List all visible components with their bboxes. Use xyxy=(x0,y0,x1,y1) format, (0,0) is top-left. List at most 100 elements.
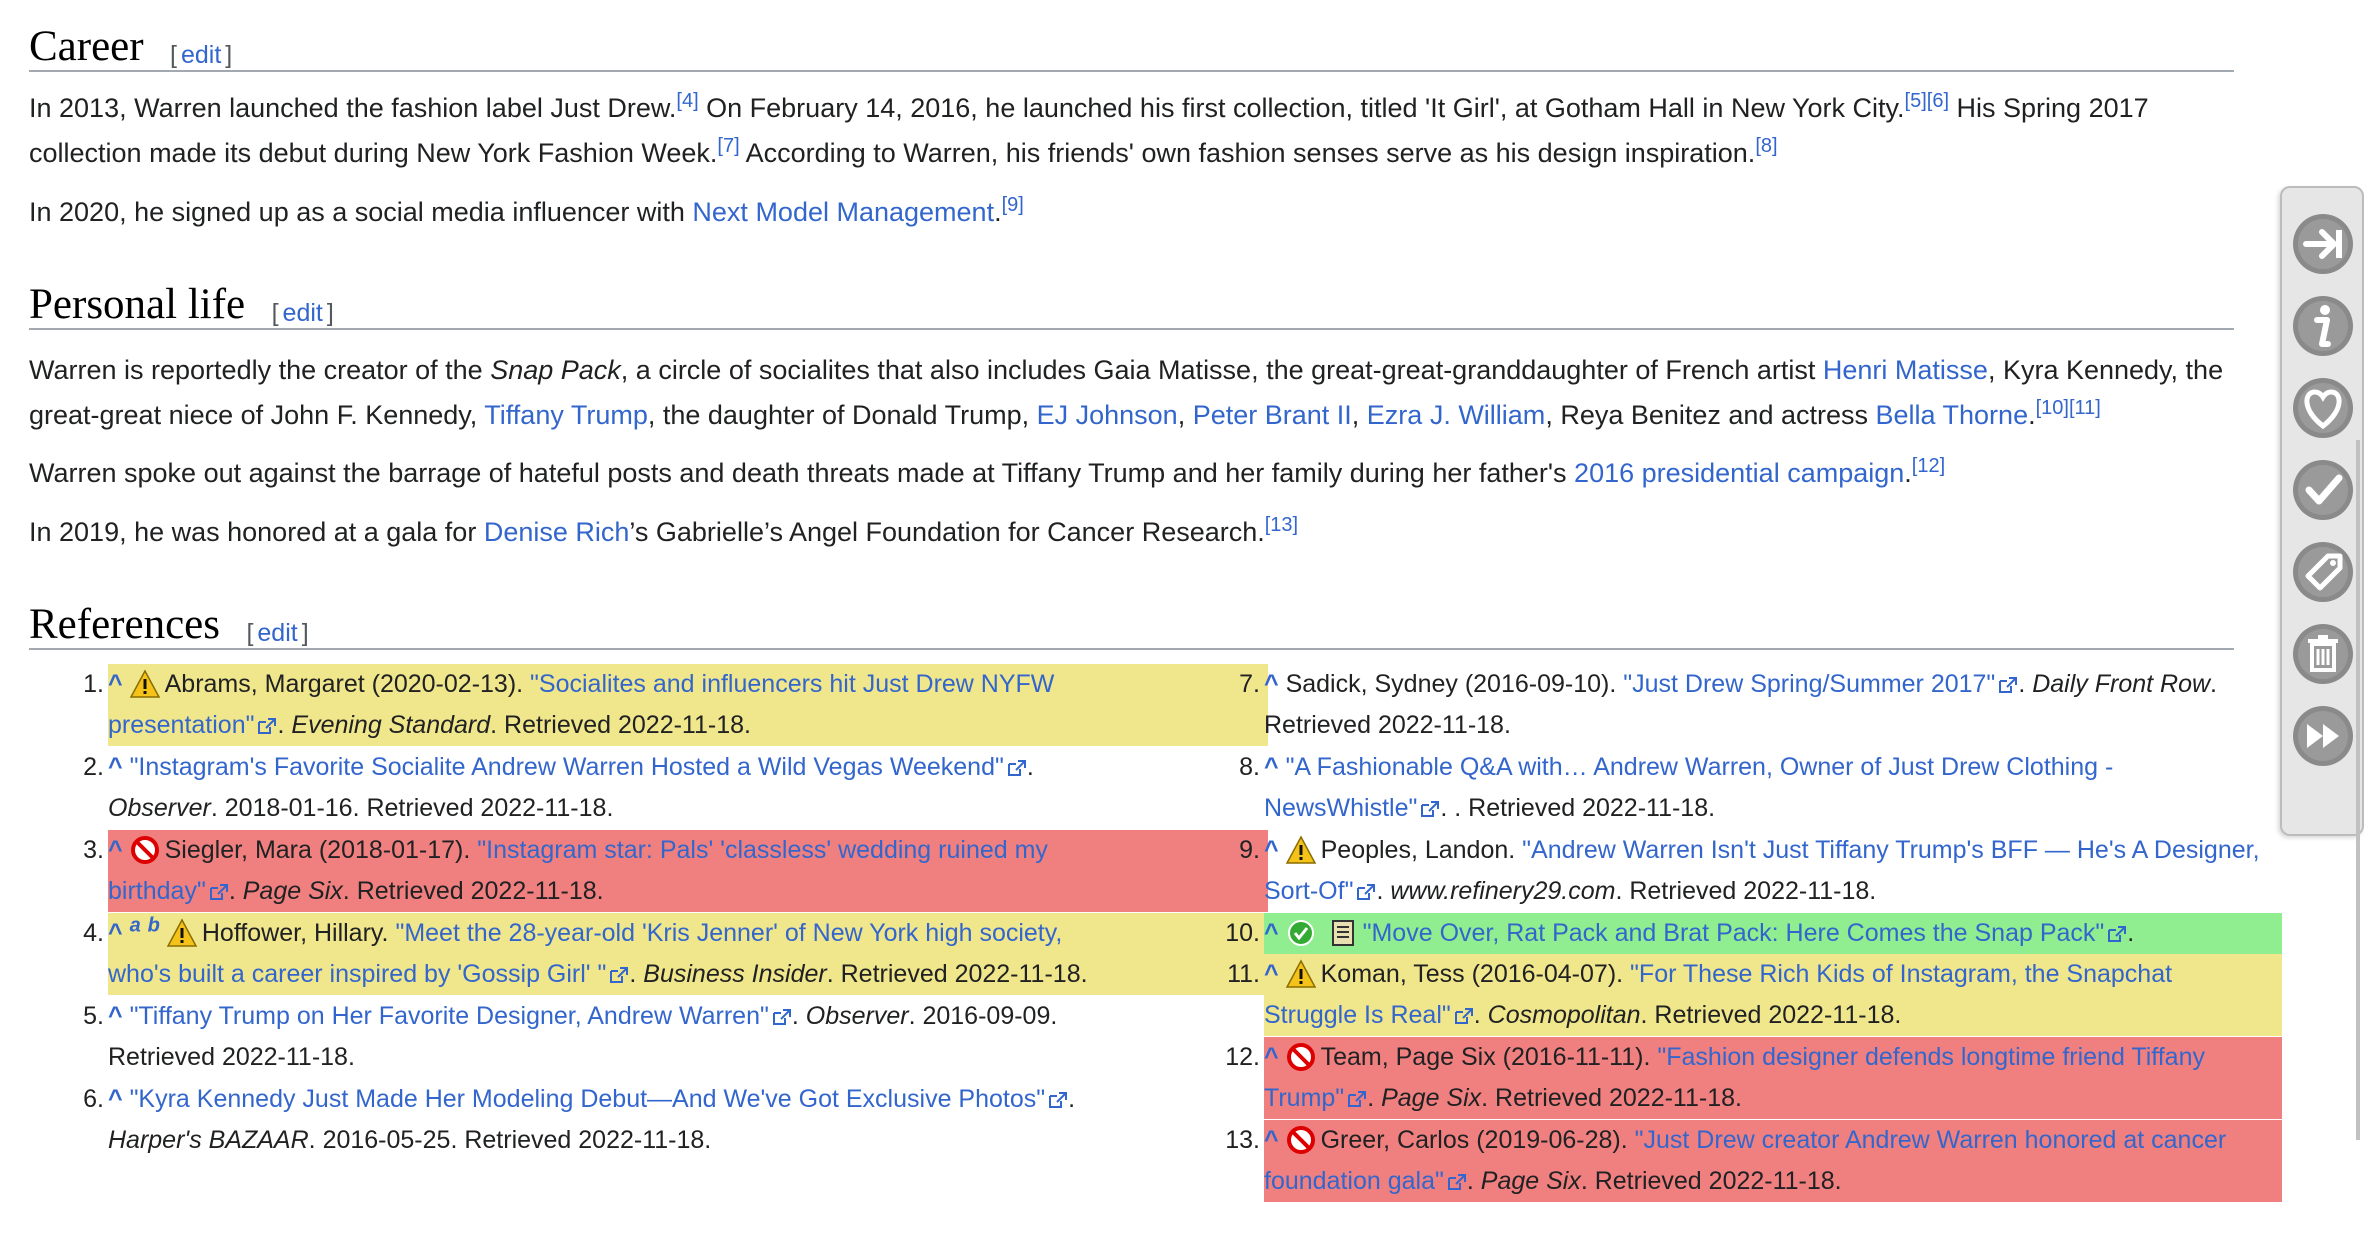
reference-link-cont[interactable]: Sort-Of" xyxy=(1264,877,1376,905)
cite-6[interactable]: [6] xyxy=(1927,90,1949,112)
reference-body: ^ Team, Page Six (2016-11-11). "Fashion d… xyxy=(1264,1037,2282,1119)
reference-link-cont[interactable]: birthday" xyxy=(108,877,229,905)
collapse-arrow-icon[interactable] xyxy=(2288,206,2358,282)
blocked-icon xyxy=(1285,1042,1317,1072)
reference-number: 7. xyxy=(1239,670,1260,698)
backlink-caret[interactable]: ^ xyxy=(1264,836,1279,864)
reference-link-cont[interactable]: presentation" xyxy=(108,711,277,739)
link-denise-rich[interactable]: Denise Rich xyxy=(484,517,630,547)
reference-link-cont[interactable]: NewsWhistle" xyxy=(1264,794,1440,822)
trash-icon[interactable] xyxy=(2288,616,2358,692)
edit-section-personal: [edit] xyxy=(271,299,334,327)
reference-link[interactable]: "Kyra Kennedy Just Made Her Modeling Deb… xyxy=(130,1085,1069,1113)
warning-icon xyxy=(129,669,161,699)
cite-12[interactable]: [12] xyxy=(1912,455,1945,477)
warning-icon xyxy=(166,918,198,948)
link-ezra-william[interactable]: Ezra J. William xyxy=(1367,400,1546,430)
tag-icon[interactable] xyxy=(2288,534,2358,610)
backlink-caret[interactable]: ^ xyxy=(1264,753,1279,781)
edit-link-career[interactable]: edit xyxy=(181,41,221,69)
blocked-icon xyxy=(1285,1125,1317,1155)
reference-body: ^ a b Hoffower, Hillary. "Meet the 28-yea… xyxy=(108,913,1268,995)
reference-link[interactable]: "Move Over, Rat Pack and Brat Pack: Here… xyxy=(1363,919,2128,947)
heading-references-title: References xyxy=(29,601,220,648)
link-ej-johnson[interactable]: EJ Johnson xyxy=(1037,400,1178,430)
link-2016-presidential-campaign[interactable]: 2016 presidential campaign xyxy=(1574,458,1904,488)
reference-number: 8. xyxy=(1239,753,1260,781)
reference-link[interactable]: "A Fashionable Q&A with… Andrew Warren, … xyxy=(1286,753,2114,781)
check-icon xyxy=(1285,918,1317,948)
backlink-caret[interactable]: ^ xyxy=(108,753,123,781)
personal-paragraph-2: Warren spoke out against the barrage of … xyxy=(29,455,1946,488)
link-tiffany-trump[interactable]: Tiffany Trump xyxy=(484,400,648,430)
reference-link[interactable]: "Just Drew creator Andrew Warren honored… xyxy=(1635,1126,2227,1154)
reference-link-cont[interactable]: Trump" xyxy=(1264,1084,1367,1112)
article-content: Career [edit] In 2013, Warren launched t… xyxy=(0,0,2282,1236)
reference-number: 9. xyxy=(1239,836,1260,864)
heart-icon[interactable] xyxy=(2288,370,2358,446)
reference-link-cont[interactable]: foundation gala" xyxy=(1264,1167,1467,1195)
reference-number: 13. xyxy=(1225,1126,1260,1154)
reference-link[interactable]: "Instagram star: Pals' 'classless' weddi… xyxy=(477,836,1048,864)
reference-link[interactable]: "Just Drew Spring/Summer 2017" xyxy=(1623,670,2018,698)
link-peter-brant[interactable]: Peter Brant II xyxy=(1193,400,1352,430)
backlink-caret[interactable]: ^ xyxy=(1264,1043,1279,1071)
backlink-a[interactable]: a xyxy=(130,915,141,937)
check-icon[interactable] xyxy=(2288,452,2358,528)
reference-link[interactable]: "For These Rich Kids of Instagram, the S… xyxy=(1630,960,2172,988)
page-scrollbar[interactable] xyxy=(2356,440,2360,1140)
heading-references: References [edit] xyxy=(29,602,2234,650)
backlink-b[interactable]: b xyxy=(148,915,160,937)
reference-link[interactable]: "Instagram's Favorite Socialite Andrew W… xyxy=(130,753,1027,781)
cite-9[interactable]: [9] xyxy=(1002,194,1024,216)
reference-link[interactable]: "Socialites and influencers hit Just Dre… xyxy=(530,670,1054,698)
warning-icon xyxy=(1285,959,1317,989)
fast-forward-icon[interactable] xyxy=(2288,698,2358,774)
reference-body: ^ "Tiffany Trump on Her Favorite Designe… xyxy=(108,1002,1058,1071)
backlink-caret[interactable]: ^ xyxy=(1264,670,1279,698)
link-bella-thorne[interactable]: Bella Thorne xyxy=(1875,400,2028,430)
reference-link[interactable]: "Meet the 28-year-old 'Kris Jenner' of N… xyxy=(395,919,1062,947)
reference-number: 10. xyxy=(1225,919,1260,947)
cite-11[interactable]: [11] xyxy=(2069,397,2101,419)
cite-4[interactable]: [4] xyxy=(676,90,698,112)
link-next-model-management[interactable]: Next Model Management xyxy=(692,197,994,227)
cite-10[interactable]: [10] xyxy=(2036,397,2069,419)
cite-13[interactable]: [13] xyxy=(1265,514,1298,536)
backlink-caret[interactable]: ^ xyxy=(1264,919,1279,947)
reference-body: ^ Koman, Tess (2016-04-07). "For These Ri… xyxy=(1264,954,2282,1036)
heading-career: Career [edit] xyxy=(29,24,2234,72)
reference-number: 4. xyxy=(83,919,104,947)
reference-link[interactable]: "Fashion designer defends longtime frien… xyxy=(1657,1043,2205,1071)
career-paragraph-1: In 2013, Warren launched the fashion lab… xyxy=(29,90,2149,168)
reference-number: 1. xyxy=(83,670,104,698)
reference-number: 5. xyxy=(83,1002,104,1030)
backlink-caret[interactable]: ^ xyxy=(108,670,123,698)
cite-5[interactable]: [5] xyxy=(1905,90,1927,112)
backlink-caret[interactable]: ^ xyxy=(108,919,123,947)
reference-link[interactable]: "Tiffany Trump on Her Favorite Designer,… xyxy=(130,1002,792,1030)
reference-number: 6. xyxy=(83,1085,104,1113)
backlink-caret[interactable]: ^ xyxy=(108,1002,123,1030)
reference-body: ^ "Instagram's Favorite Socialite Andrew… xyxy=(108,753,1034,822)
edit-link-personal[interactable]: edit xyxy=(283,299,323,327)
link-henri-matisse[interactable]: Henri Matisse xyxy=(1823,355,1988,385)
blocked-icon xyxy=(129,835,161,865)
backlink-caret[interactable]: ^ xyxy=(1264,960,1279,988)
backlink-caret[interactable]: ^ xyxy=(108,1085,123,1113)
backlink-caret[interactable]: ^ xyxy=(108,836,123,864)
cite-8[interactable]: [8] xyxy=(1755,135,1777,157)
scroll-icon xyxy=(1321,919,1363,947)
reference-link[interactable]: "Andrew Warren Isn't Just Tiffany Trump'… xyxy=(1522,836,2259,864)
reference-body: ^ Abrams, Margaret (2020-02-13). "Sociali… xyxy=(108,664,1268,746)
backlink-caret[interactable]: ^ xyxy=(1264,1126,1279,1154)
heading-career-title: Career xyxy=(29,23,144,70)
heading-personal-life: Personal life [edit] xyxy=(29,282,2234,330)
info-icon[interactable] xyxy=(2288,288,2358,364)
cite-7[interactable]: [7] xyxy=(717,135,739,157)
review-toolbar xyxy=(2280,186,2364,836)
edit-link-references[interactable]: edit xyxy=(257,619,297,647)
edit-section-references: [edit] xyxy=(246,619,309,647)
reference-link-cont[interactable]: who's built a career inspired by 'Gossip… xyxy=(108,960,629,988)
reference-link-cont[interactable]: Struggle Is Real" xyxy=(1264,1001,1474,1029)
